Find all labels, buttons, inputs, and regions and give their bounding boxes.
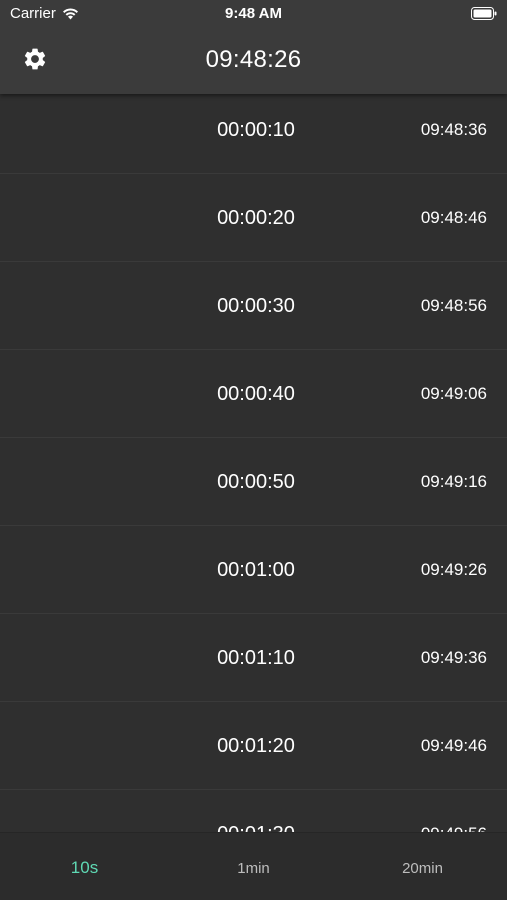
current-time-title: 09:48:26 — [205, 46, 302, 73]
elapsed-time: 00:01:10 — [217, 647, 295, 669]
clock-time: 09:49:46 — [420, 736, 487, 755]
clock-time: 09:49:36 — [420, 648, 487, 667]
list-item[interactable]: 00:01:10 09:49:36 — [0, 614, 507, 702]
clock-time: 09:49:16 — [420, 472, 487, 491]
clock-time: 09:48:36 — [420, 120, 487, 139]
list-item[interactable]: 00:00:40 09:49:06 — [0, 350, 507, 438]
elapsed-time: 00:00:20 — [217, 207, 295, 229]
elapsed-time: 00:00:50 — [217, 471, 295, 493]
elapsed-time: 00:01:30 — [180, 823, 332, 832]
list-item[interactable]: 00:00:30 09:48:56 — [0, 262, 507, 350]
tab-bar: 10s 1min 20min — [0, 832, 507, 900]
status-bar: Carrier 9:48 AM — [0, 0, 507, 28]
app-screen: Carrier 9:48 AM 09:48:26 00:00:10 09:48:… — [0, 0, 507, 900]
status-time: 9:48 AM — [225, 5, 282, 22]
battery-icon — [471, 7, 497, 20]
list-item[interactable]: 00:00:50 09:49:16 — [0, 438, 507, 526]
clock-time: 09:49:56 — [421, 824, 487, 832]
list-item[interactable]: 00:01:30 09:49:56 — [0, 790, 507, 832]
list-item[interactable]: 00:00:20 09:48:46 — [0, 174, 507, 262]
elapsed-time: 00:00:40 — [217, 383, 295, 405]
list-item[interactable]: 00:01:00 09:49:26 — [0, 526, 507, 614]
tab-20min[interactable]: 20min — [338, 833, 507, 900]
list-item[interactable]: 00:01:20 09:49:46 — [0, 702, 507, 790]
tab-1min[interactable]: 1min — [169, 833, 338, 900]
elapsed-time: 00:00:10 — [217, 119, 295, 141]
interval-list[interactable]: 00:00:10 09:48:36 00:00:20 09:48:46 00:0… — [0, 86, 507, 832]
clock-time: 09:48:56 — [420, 296, 487, 315]
nav-header: 09:48:26 — [0, 28, 507, 94]
clock-time: 09:48:46 — [420, 208, 487, 227]
elapsed-time: 00:00:30 — [217, 295, 295, 317]
top-bar: Carrier 9:48 AM 09:48:26 — [0, 0, 507, 94]
tab-10s[interactable]: 10s — [0, 833, 169, 900]
clock-time: 09:49:06 — [420, 384, 487, 403]
list-item[interactable]: 00:00:10 09:48:36 — [0, 86, 507, 174]
clock-time: 09:49:26 — [420, 560, 487, 579]
elapsed-time: 00:01:20 — [217, 735, 295, 757]
elapsed-time: 00:01:00 — [217, 559, 295, 581]
